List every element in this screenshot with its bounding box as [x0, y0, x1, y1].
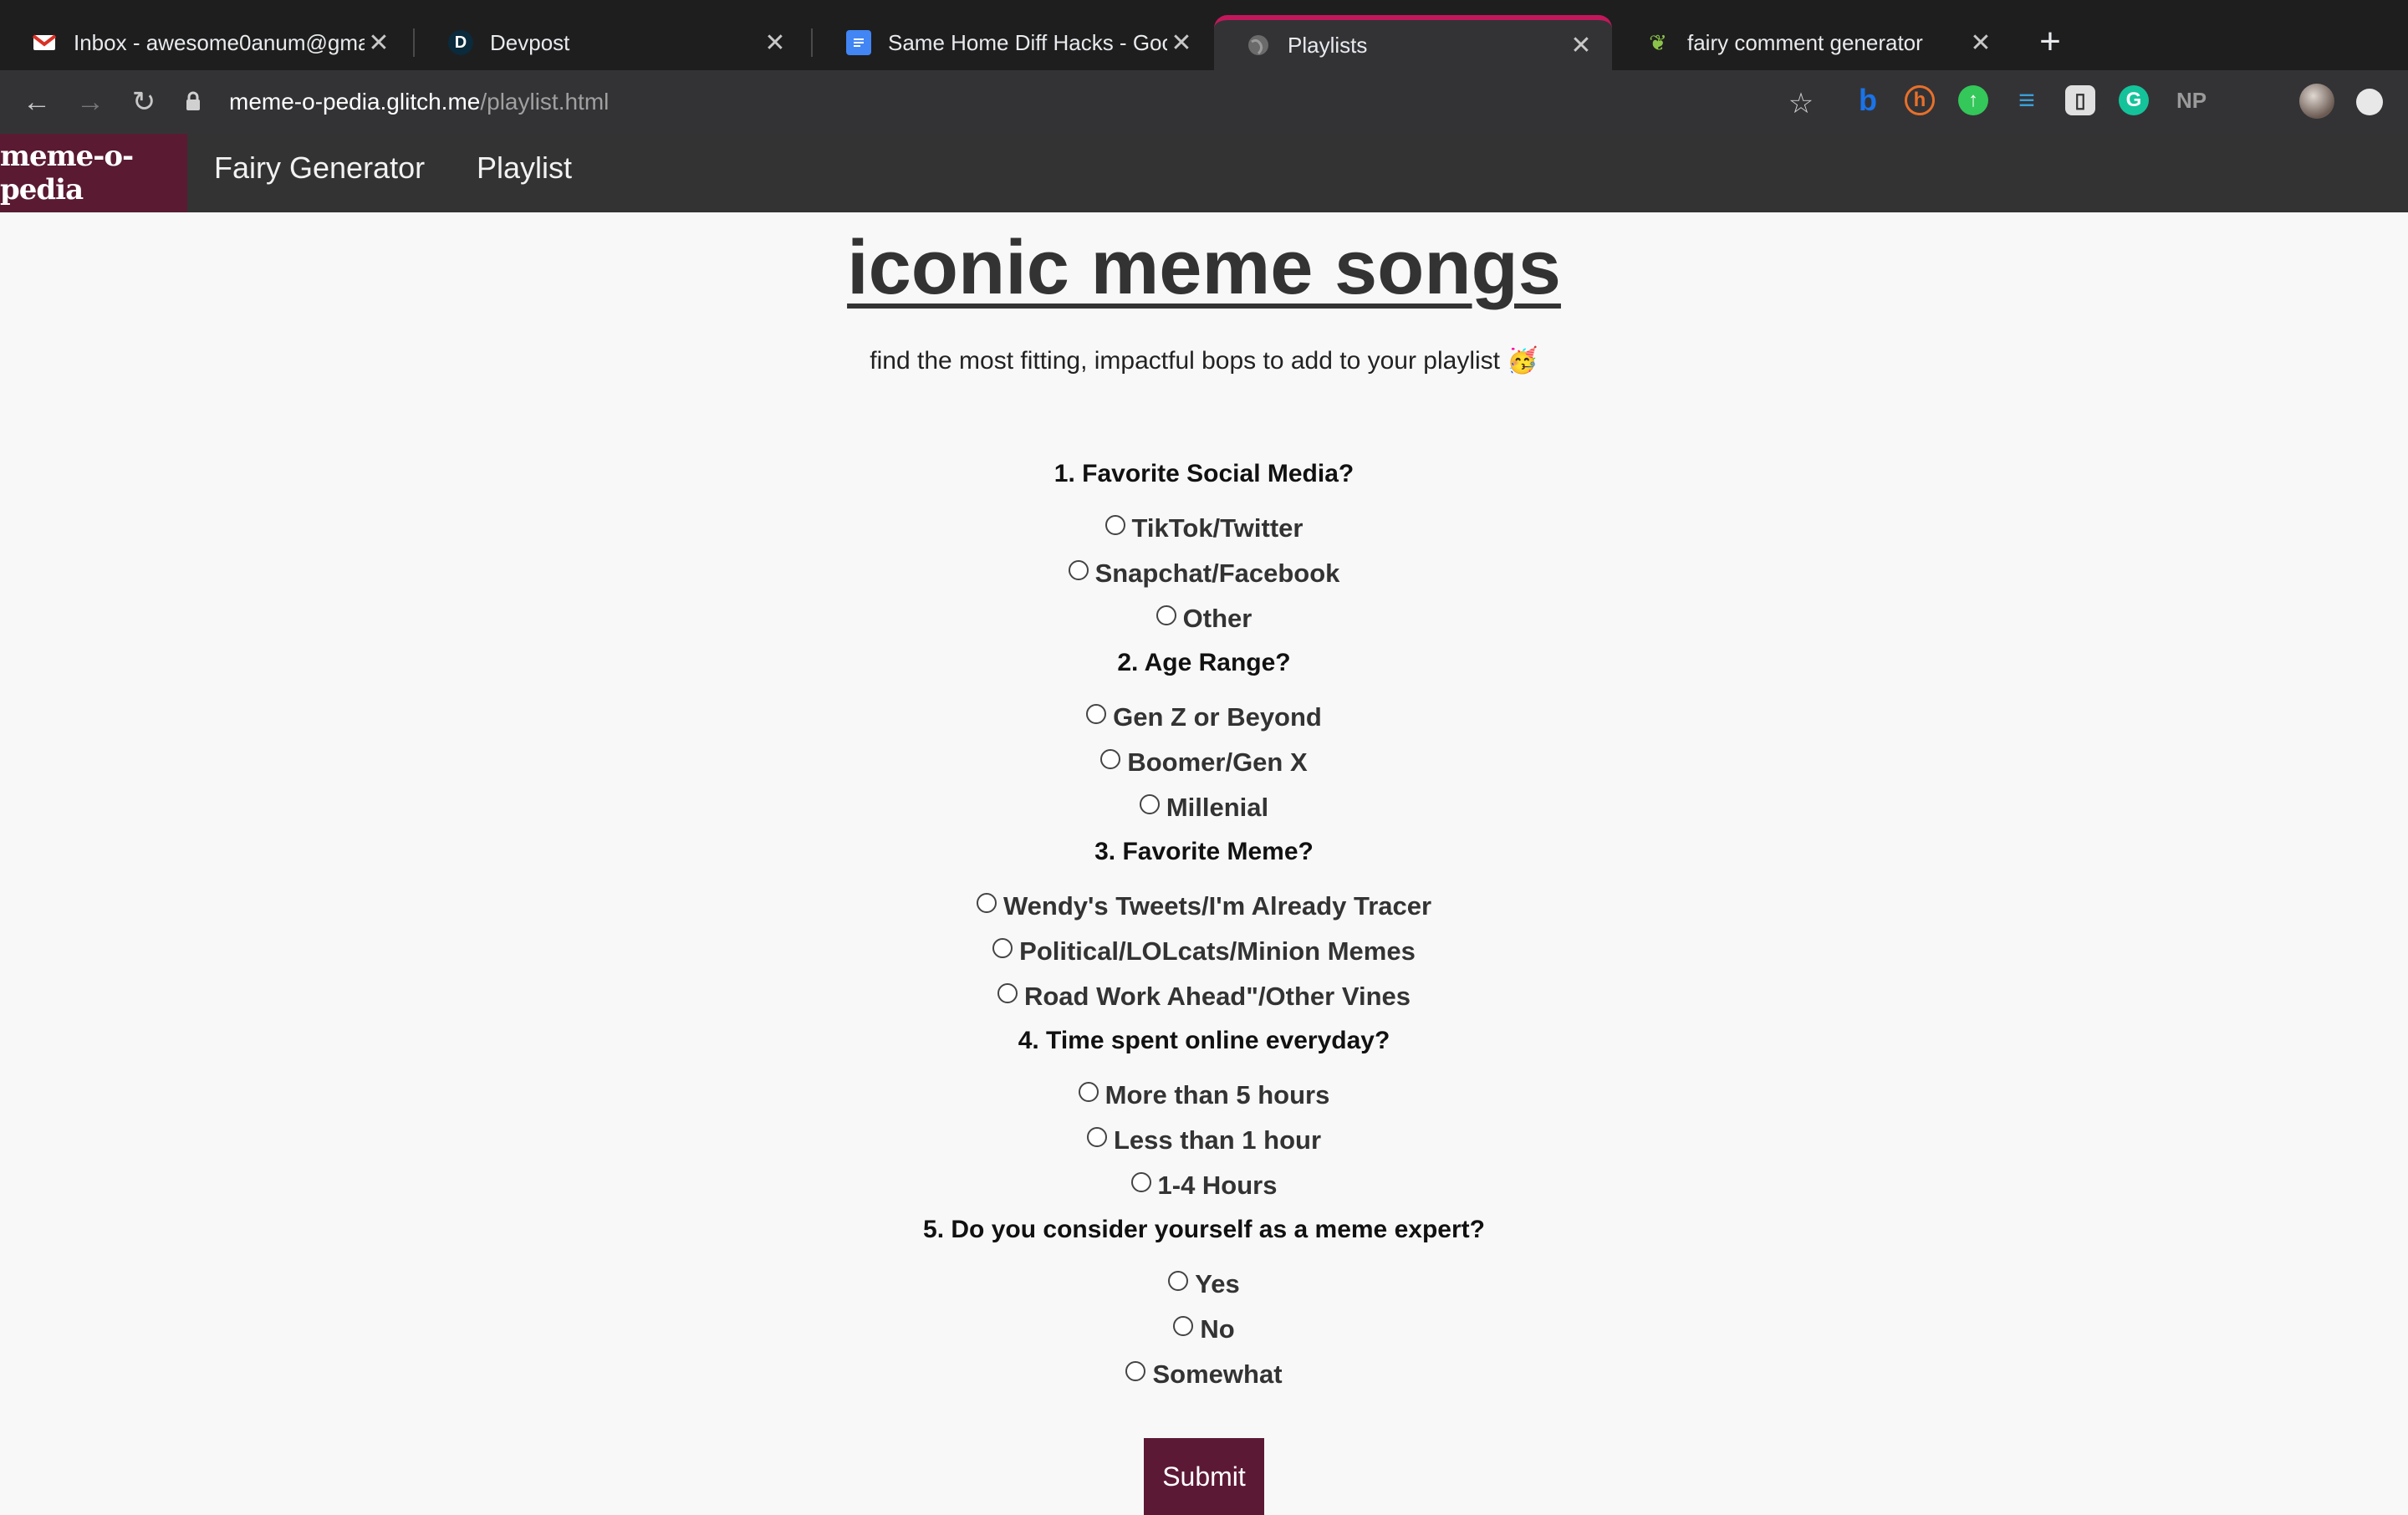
new-tab-icon[interactable]: +: [2033, 23, 2067, 60]
reload-icon[interactable]: ↻: [125, 84, 162, 120]
extension-green-icon[interactable]: ↑: [1958, 85, 1988, 115]
option-q5-3[interactable]: Somewhat: [0, 1359, 2408, 1390]
close-tab-icon[interactable]: ✕: [365, 28, 393, 57]
browser-tab-strip: Inbox - awesome0anum@gmail.com - Gmail ✕…: [0, 0, 2408, 70]
tab-playlists[interactable]: Playlists ✕: [1214, 15, 1612, 70]
tab-google-docs[interactable]: Same Home Diff Hacks - Google Docs ✕: [814, 15, 1212, 70]
radio-button[interactable]: [1168, 1271, 1189, 1291]
option-q1-1[interactable]: TikTok/Twitter: [0, 513, 2408, 543]
nav-fairy-generator[interactable]: Fairy Generator: [214, 150, 425, 186]
gmail-icon: [32, 30, 57, 55]
bookmark-star-icon[interactable]: ☆: [1784, 87, 1818, 120]
extension-filter-icon[interactable]: ≡: [2012, 84, 2042, 116]
browser-toolbar: ← → ↻ meme-o-pedia.glitch.me/playlist.ht…: [0, 70, 2408, 134]
radio-button[interactable]: [1105, 515, 1125, 535]
tab-gmail[interactable]: Inbox - awesome0anum@gmail.com - Gmail ✕: [0, 15, 410, 70]
option-q2-2[interactable]: Boomer/Gen X: [0, 747, 2408, 778]
option-q5-2[interactable]: No: [0, 1314, 2408, 1344]
site-logo[interactable]: meme-o-pedia: [0, 134, 187, 212]
close-tab-icon[interactable]: ✕: [1167, 28, 1196, 57]
option-q1-2[interactable]: Snapchat/Facebook: [0, 559, 2408, 589]
radio-button[interactable]: [1139, 794, 1160, 814]
radio-button[interactable]: [1078, 1082, 1099, 1102]
option-q4-1[interactable]: More than 5 hours: [0, 1080, 2408, 1110]
tab-divider: [811, 28, 813, 57]
lock-icon: [186, 90, 206, 114]
option-q3-1[interactable]: Wendy's Tweets/I'm Already Tracer: [0, 891, 2408, 921]
radio-button[interactable]: [1130, 1172, 1151, 1192]
page-subtitle: find the most fitting, impactful bops to…: [870, 347, 1538, 375]
option-q5-1[interactable]: Yes: [0, 1269, 2408, 1299]
radio-button[interactable]: [1173, 1316, 1194, 1336]
extension-b-icon[interactable]: b: [1853, 83, 1883, 117]
extension-np-icon[interactable]: NP: [2172, 85, 2211, 115]
option-q2-3[interactable]: Millenial: [0, 793, 2408, 823]
close-tab-icon[interactable]: ✕: [1967, 28, 1995, 57]
google-docs-icon: [846, 30, 871, 55]
url-path: /playlist.html: [480, 89, 610, 115]
radio-button[interactable]: [1086, 704, 1107, 724]
address-bar[interactable]: meme-o-pedia.glitch.me/playlist.html: [186, 79, 1824, 125]
radio-button[interactable]: [1068, 560, 1089, 580]
radio-button[interactable]: [1156, 605, 1176, 625]
forward-arrow-icon[interactable]: →: [72, 84, 109, 120]
option-q2-1[interactable]: Gen Z or Beyond: [0, 702, 2408, 732]
butterfly-icon: ❦: [1649, 29, 1667, 55]
back-arrow-icon[interactable]: ←: [18, 84, 55, 120]
question-2-label: 2. Age Range?: [1117, 649, 1291, 676]
question-1-label: 1. Favorite Social Media?: [1054, 460, 1354, 487]
profile-avatar[interactable]: [2299, 84, 2334, 119]
tab-fairy-comment-generator[interactable]: ❦ fairy comment generator ✕: [1614, 15, 2012, 70]
close-tab-icon[interactable]: ✕: [761, 28, 789, 57]
radio-button[interactable]: [1100, 749, 1121, 769]
devpost-icon: D: [448, 30, 473, 55]
submit-button[interactable]: Submit: [1144, 1438, 1264, 1515]
globe-icon: [1246, 33, 1271, 58]
radio-button[interactable]: [1086, 1127, 1107, 1147]
close-tab-icon[interactable]: ✕: [1567, 31, 1595, 59]
radio-button[interactable]: [1125, 1361, 1146, 1381]
tab-divider: [413, 28, 415, 57]
option-q3-2[interactable]: Political/LOLcats/Minion Memes: [0, 936, 2408, 967]
radio-button[interactable]: [976, 893, 997, 913]
extension-document-icon[interactable]: ▯: [2065, 85, 2095, 115]
page-title: iconic meme songs: [847, 225, 1561, 310]
option-q4-3[interactable]: 1-4 Hours: [0, 1171, 2408, 1201]
option-q1-3[interactable]: Other: [0, 604, 2408, 634]
question-3-label: 3. Favorite Meme?: [1094, 838, 1314, 865]
nav-playlist[interactable]: Playlist: [477, 150, 572, 186]
option-q3-3[interactable]: Road Work Ahead"/Other Vines: [0, 982, 2408, 1012]
option-q4-2[interactable]: Less than 1 hour: [0, 1125, 2408, 1155]
extension-h-icon[interactable]: h: [1905, 85, 1935, 115]
site-navbar: meme-o-pedia Fairy Generator Playlist: [0, 134, 2408, 212]
radio-button[interactable]: [992, 938, 1013, 958]
browser-menu-icon[interactable]: [2356, 89, 2383, 115]
question-5-label: 5. Do you consider yourself as a meme ex…: [923, 1216, 1485, 1243]
radio-button[interactable]: [997, 983, 1018, 1003]
tab-devpost[interactable]: D Devpost ✕: [416, 15, 806, 70]
question-4-label: 4. Time spent online everyday?: [1018, 1027, 1390, 1054]
grammarly-icon[interactable]: G: [2119, 85, 2149, 115]
url-host: meme-o-pedia.glitch.me: [229, 89, 481, 115]
